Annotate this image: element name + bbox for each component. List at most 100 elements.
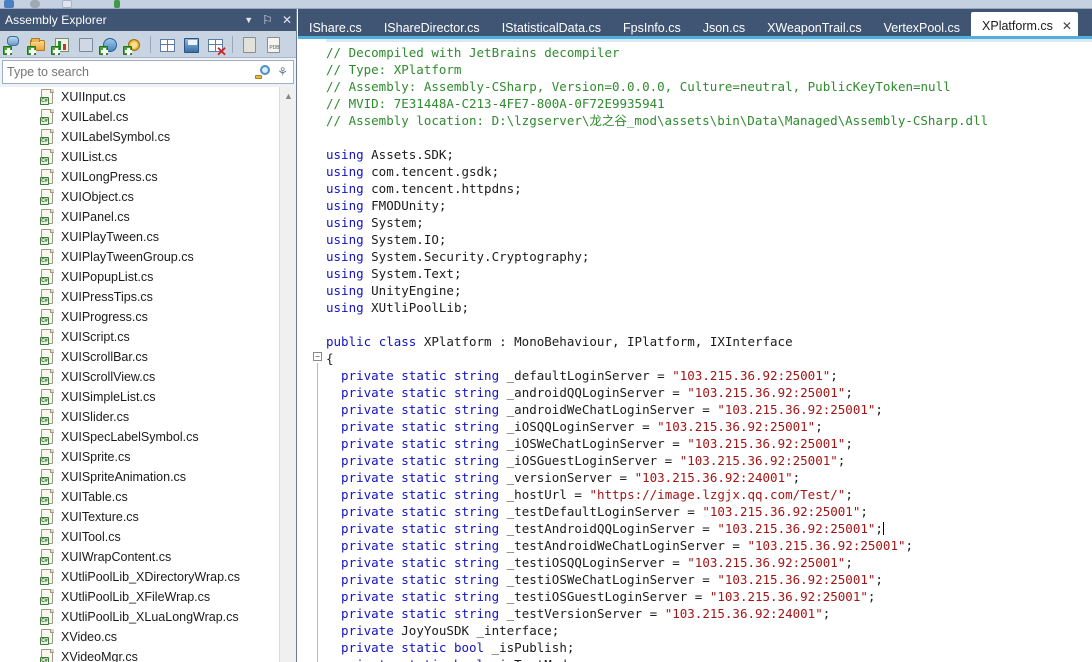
csharp-file-icon: C# [40, 349, 55, 365]
code-token: static [401, 368, 454, 383]
open-folder-icon[interactable] [27, 34, 48, 55]
sidebar-scrollbar[interactable]: ▲ [279, 87, 296, 662]
list-item-label: XUIList.cs [61, 150, 118, 164]
search-input[interactable] [3, 64, 256, 80]
code-token: System.Text; [371, 266, 462, 281]
list-item[interactable]: C# XVideoMgr.cs [0, 647, 296, 662]
code-token: _testAndroidQQLoginServer = [506, 521, 718, 536]
list-item[interactable]: C# XUIObject.cs [0, 187, 296, 207]
search-icon[interactable] [255, 65, 271, 79]
options-gear-icon[interactable] [123, 34, 144, 55]
list-item[interactable]: C# XUILabel.cs [0, 107, 296, 127]
code-token: "103.215.36.92:25001" [687, 555, 846, 570]
code-token: _isPublish; [491, 640, 575, 655]
list-item[interactable]: C# XUIProgress.cs [0, 307, 296, 327]
tab-close-icon[interactable]: ✕ [1062, 19, 1072, 33]
csharp-file-icon: C# [40, 589, 55, 605]
list-item[interactable]: C# XUtliPoolLib_XDirectoryWrap.cs [0, 567, 296, 587]
list-item[interactable]: C# XUIPlayTween.cs [0, 227, 296, 247]
code-line: using System.Security.Cryptography; [326, 248, 1092, 265]
code-token: ; [845, 385, 853, 400]
code-line: private static string _androidWeChatLogi… [326, 401, 1092, 418]
pdb-file-icon[interactable]: PDB [263, 34, 284, 55]
code-token: private [326, 640, 402, 655]
toolbar-ghost-icon-4 [114, 0, 120, 8]
scroll-up-arrow-icon[interactable]: ▲ [280, 87, 297, 104]
list-item[interactable]: C# XUISpecLabelSymbol.cs [0, 427, 296, 447]
code-token: "103.215.36.92:25001" [717, 572, 876, 587]
code-editor[interactable]: − // Decompiled with JetBrains decompile… [298, 39, 1092, 662]
close-icon[interactable]: ✕ [282, 14, 292, 26]
list-item[interactable]: C# XUIPlayTweenGroup.cs [0, 247, 296, 267]
save-all-icon[interactable] [181, 34, 202, 55]
list-item-label: XUIPopupList.cs [61, 270, 154, 284]
csharp-file-icon: C# [40, 109, 55, 125]
code-fold-toggle[interactable]: − [313, 352, 322, 361]
symbol-source-icon[interactable] [239, 34, 260, 55]
list-item[interactable]: C# XUIInput.cs [0, 87, 296, 107]
tab-xplatform-cs[interactable]: XPlatform.cs ✕ [971, 12, 1078, 39]
list-item-label: XUITool.cs [61, 530, 121, 544]
code-token: string [453, 521, 507, 536]
csharp-file-icon: C# [40, 449, 55, 465]
list-item[interactable]: C# XUILongPress.cs [0, 167, 296, 187]
code-token: string [453, 572, 507, 587]
code-line: private static string _testVersionServer… [326, 605, 1092, 622]
open-in-window-icon[interactable] [157, 34, 178, 55]
list-item[interactable]: C# XUISimpleList.cs [0, 387, 296, 407]
metrics-icon[interactable] [51, 34, 72, 55]
code-content[interactable]: // Decompiled with JetBrains decompiler /… [326, 44, 1092, 662]
code-token: "103.215.36.92:25001" [717, 402, 876, 417]
tab-label: XWeaponTrail.cs [767, 20, 862, 35]
list-item[interactable]: C# XUIPressTips.cs [0, 287, 296, 307]
code-token: _testAndroidWeChatLoginServer = [506, 538, 748, 553]
chevron-down-icon[interactable]: ▼ [244, 15, 253, 25]
list-item[interactable]: C# XUISprite.cs [0, 447, 296, 467]
code-token: using [326, 266, 372, 281]
list-item[interactable]: C# XUISlider.cs [0, 407, 296, 427]
list-item[interactable]: C# XUITexture.cs [0, 507, 296, 527]
code-token: string [453, 538, 507, 553]
code-token: "103.215.36.92:25001" [672, 368, 831, 383]
code-token: string [453, 385, 507, 400]
code-line: private static string _androidQQLoginSer… [326, 384, 1092, 401]
close-all-icon[interactable]: ✕ [205, 34, 227, 58]
list-item[interactable]: C# XVideo.cs [0, 627, 296, 647]
list-item[interactable]: C# XUIScrollBar.cs [0, 347, 296, 367]
code-token: private [326, 657, 401, 662]
csharp-file-icon: C# [40, 149, 55, 165]
search-pin-icon[interactable]: ⚘ [277, 65, 288, 79]
code-token: ; [792, 470, 801, 485]
list-item[interactable]: C# XUIScrollView.cs [0, 367, 296, 387]
csharp-file-icon: C# [40, 129, 55, 145]
list-item[interactable]: C# XUtliPoolLib_XLuaLongWrap.cs [0, 607, 296, 627]
list-item[interactable]: C# XUIPanel.cs [0, 207, 296, 227]
code-token: private [326, 504, 402, 519]
code-token: ; [905, 538, 914, 553]
add-assembly-icon[interactable] [3, 34, 24, 55]
editor-gutter[interactable]: − [304, 39, 326, 662]
code-token: _iOSGuestLoginServer = [506, 453, 680, 468]
list-item[interactable]: C# XUIScript.cs [0, 327, 296, 347]
add-process-icon[interactable] [99, 34, 120, 55]
toolbar-separator-1 [150, 35, 151, 53]
list-item[interactable]: C# XUILabelSymbol.cs [0, 127, 296, 147]
list-item[interactable]: C# XUISpriteAnimation.cs [0, 467, 296, 487]
pin-icon[interactable]: ⚐ [262, 14, 273, 26]
assembly-explorer-panel: Assembly Explorer ▼ ⚐ ✕ ✕ PDB Type to se… [0, 9, 297, 662]
assembly-file-list[interactable]: C# XUIInput.cs C# XUILabel.cs C# XUILabelSymb… [0, 87, 296, 662]
list-item[interactable]: C# XUtliPoolLib_XFileWrap.cs [0, 587, 296, 607]
list-item[interactable]: C# XUIList.cs [0, 147, 296, 167]
search-box[interactable]: ⚘ [2, 60, 294, 84]
list-item[interactable]: C# XUITool.cs [0, 527, 296, 547]
code-token: "103.215.36.92:25001" [747, 538, 906, 553]
code-token: private [326, 538, 402, 553]
list-item[interactable]: C# XUIWrapContent.cs [0, 547, 296, 567]
code-token: private [326, 606, 402, 621]
code-token: string [453, 504, 507, 519]
list-item[interactable]: C# XUIPopupList.cs [0, 267, 296, 287]
list-item-label: XUISlider.cs [61, 410, 130, 424]
from-gac-icon[interactable] [75, 34, 96, 55]
code-token: using [326, 283, 372, 298]
list-item[interactable]: C# XUITable.cs [0, 487, 296, 507]
